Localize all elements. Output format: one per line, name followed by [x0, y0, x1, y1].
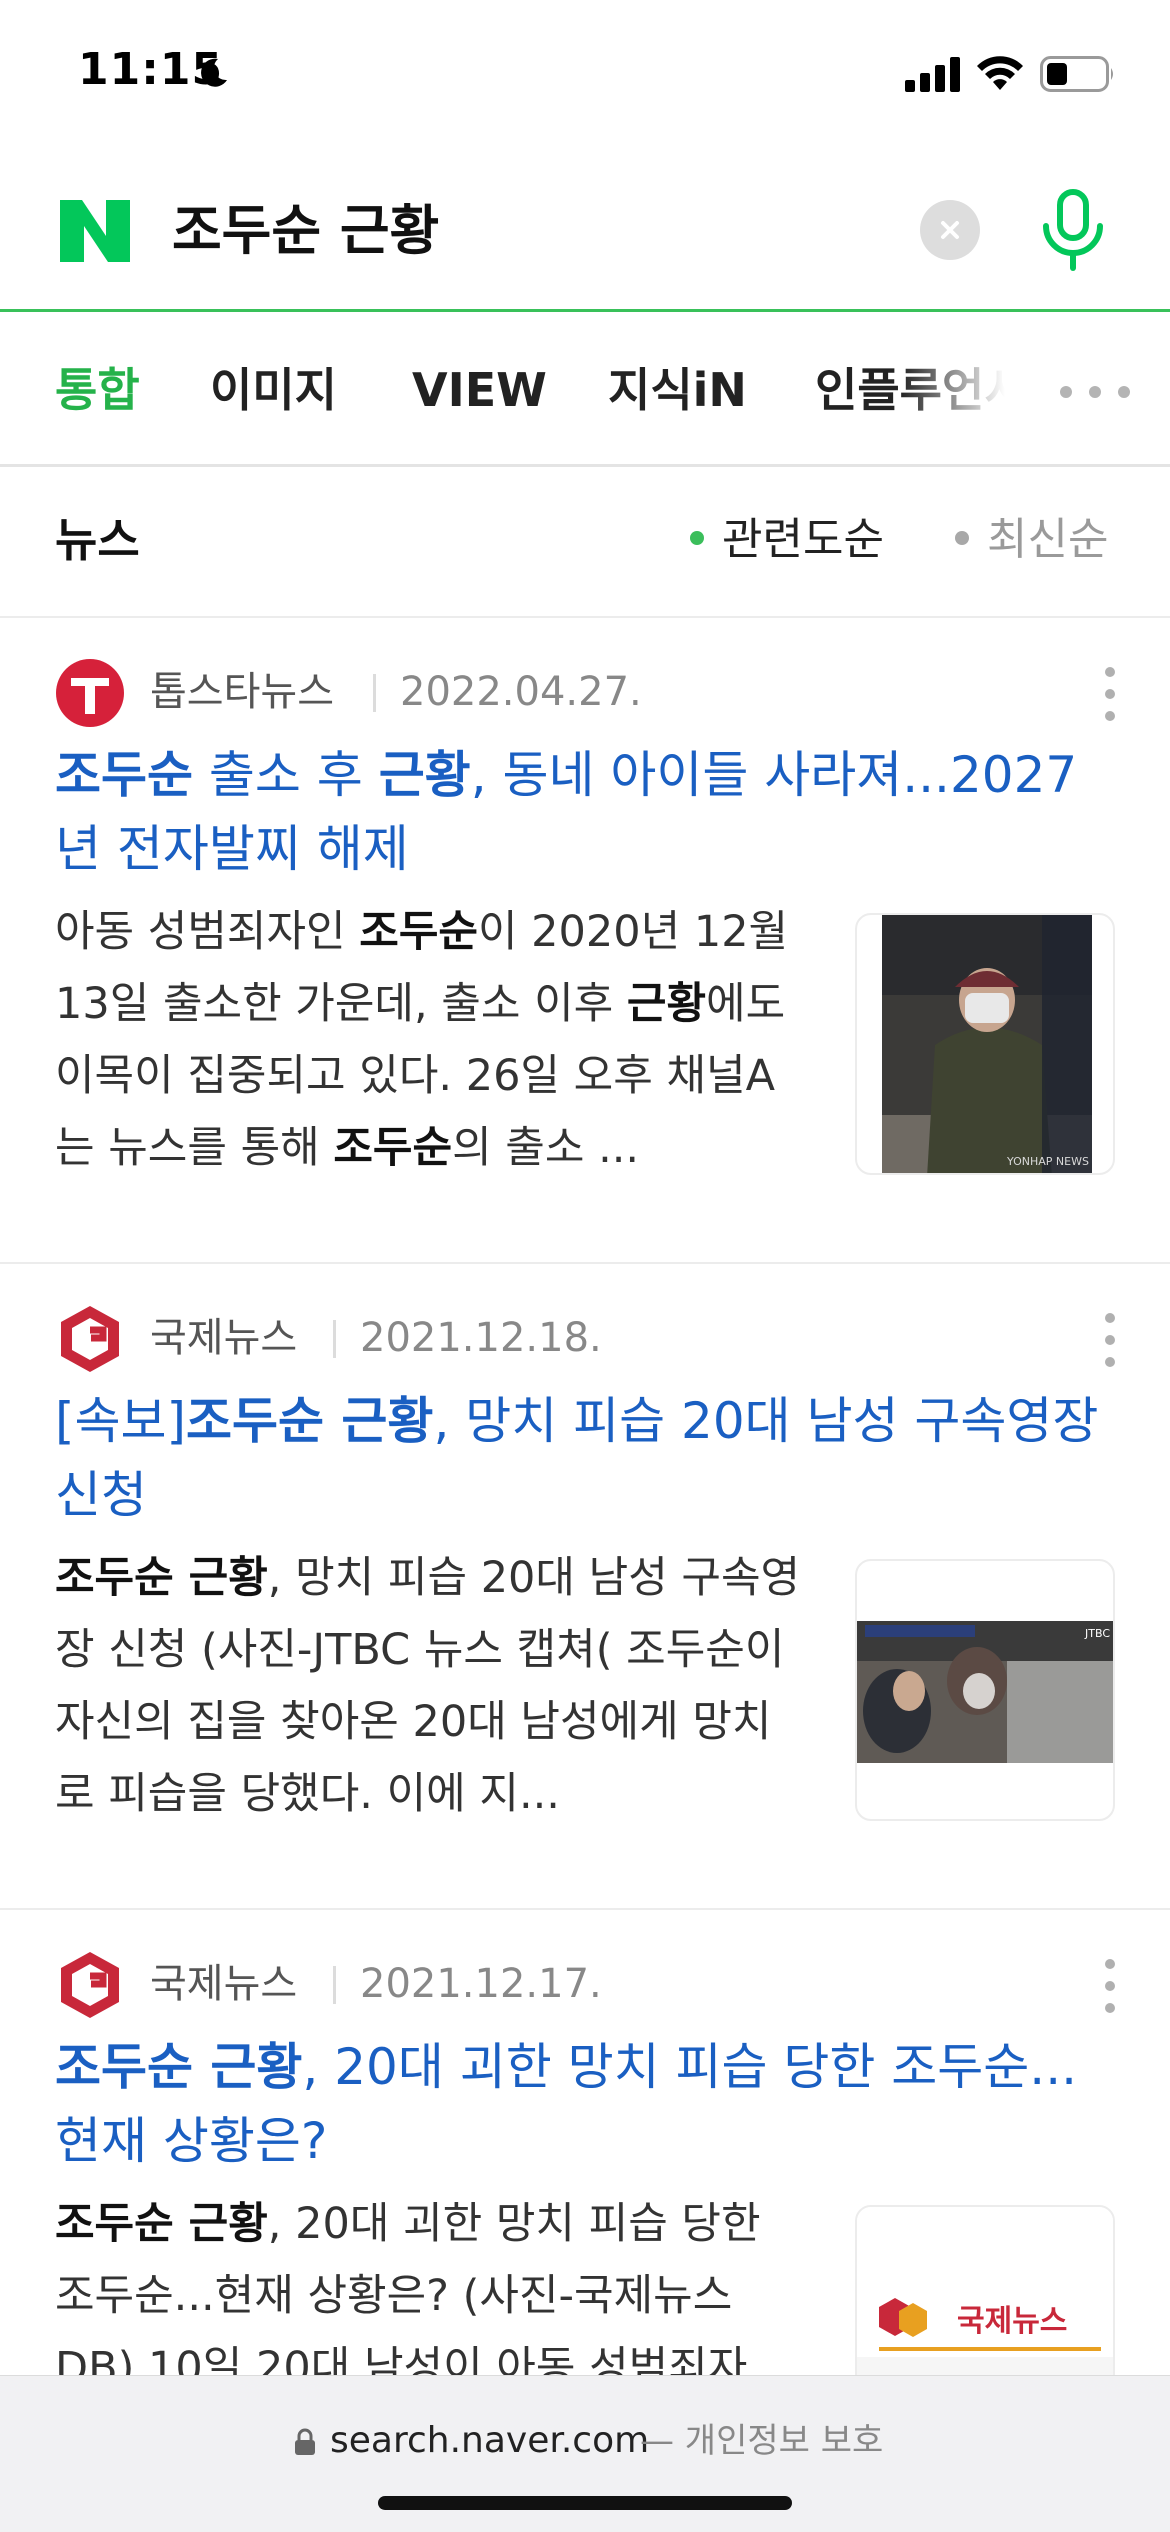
selected-dot-icon: [690, 531, 704, 545]
tab-fade: [900, 315, 1050, 464]
mic-icon[interactable]: [1038, 188, 1108, 272]
tab-knowledge-in[interactable]: 지식iN: [608, 355, 747, 425]
press-name[interactable]: 톱스타뉴스: [150, 662, 334, 722]
more-options-icon[interactable]: [1096, 1308, 1124, 1372]
press-divider: [333, 1320, 336, 1358]
tab-view[interactable]: VIEW: [412, 355, 547, 425]
sort-relevance-label: 관련도순: [722, 514, 884, 565]
status-bar: 11:15: [0, 0, 1170, 150]
tab-bar: 통합 이미지 VIEW 지식iN 인플루언서: [0, 315, 1170, 467]
press-divider: [333, 1966, 336, 2004]
search-bar: 조두순 근황: [0, 170, 1170, 312]
svg-text:YONHAP NEWS: YONHAP NEWS: [1006, 1155, 1089, 1168]
article-date: 2022.04.27.: [400, 669, 642, 715]
photo-news-capture-image: JTBC: [857, 1621, 1113, 1763]
moon-icon: [201, 58, 227, 87]
article-thumbnail[interactable]: JTBC: [855, 1559, 1115, 1821]
more-options-icon[interactable]: [1096, 1954, 1124, 2018]
naver-logo-icon[interactable]: [58, 194, 132, 268]
more-options-icon[interactable]: [1096, 662, 1124, 726]
article-headline[interactable]: 조두순 출소 후 근황, 동네 아이들 사라져...2027년 전자발찌 해제: [55, 738, 1115, 886]
sort-relevance[interactable]: 관련도순: [690, 504, 884, 576]
unselected-dot-icon: [955, 531, 969, 545]
close-icon: [941, 221, 959, 239]
sort-latest[interactable]: 최신순: [955, 504, 1108, 576]
wifi-icon: [977, 56, 1023, 90]
gukje-news-logo-icon: [61, 1952, 119, 2018]
article-summary[interactable]: 조두순 근황, 망치 피습 20대 남성 구속영장 신청 (사진-JTBC 뉴스…: [55, 1542, 805, 1830]
browser-url-bar[interactable]: search.naver.com — 개인정보 보호: [0, 2375, 1170, 2532]
privacy-label: — 개인정보 보호: [640, 2421, 884, 2461]
article-thumbnail[interactable]: YONHAP NEWS: [855, 913, 1115, 1175]
photo-person-in-cap-image: YONHAP NEWS: [882, 915, 1092, 1173]
battery-icon: [1040, 56, 1113, 92]
article-summary[interactable]: 아동 성범죄자인 조두순이 2020년 12월 13일 출소한 가운데, 출소 …: [55, 896, 805, 1184]
press-divider: [373, 674, 376, 712]
article-headline[interactable]: 조두순 근황, 20대 괴한 망치 피습 당한 조두순... 현재 상황은?: [55, 2030, 1115, 2178]
url-text[interactable]: search.naver.com: [330, 2416, 649, 2466]
gukje-news-logo-icon: [61, 1306, 119, 1372]
news-section-header: 뉴스 관련도순 최신순: [0, 470, 1170, 618]
news-item[interactable]: 톱스타뉴스 2022.04.27. 조두순 출소 후 근황, 동네 아이들 사라…: [0, 618, 1170, 1263]
lock-icon: [295, 2428, 315, 2455]
more-tabs-icon[interactable]: [1055, 377, 1135, 407]
signal-icon: [905, 57, 960, 92]
tab-images[interactable]: 이미지: [210, 355, 337, 425]
clear-button[interactable]: [920, 200, 980, 260]
svg-text:JTBC: JTBC: [1084, 1627, 1110, 1640]
topstar-news-logo-icon: [56, 659, 124, 727]
article-headline[interactable]: [속보]조두순 근황, 망치 피습 20대 남성 구속영장 신청: [55, 1384, 1115, 1532]
sort-latest-label: 최신순: [987, 514, 1109, 565]
press-name[interactable]: 국제뉴스: [150, 1954, 297, 2014]
news-item[interactable]: 국제뉴스 2021.12.18. [속보]조두순 근황, 망치 피습 20대 남…: [0, 1264, 1170, 1909]
home-indicator[interactable]: [378, 2496, 792, 2510]
news-section-title: 뉴스: [55, 513, 140, 567]
article-date: 2021.12.18.: [360, 1315, 602, 1361]
press-name[interactable]: 국제뉴스: [150, 1308, 297, 1368]
tab-integrated[interactable]: 통합: [55, 355, 140, 425]
svg-text:국제뉴스: 국제뉴스: [957, 2304, 1067, 2339]
article-date: 2021.12.17.: [360, 1961, 602, 2007]
search-input[interactable]: 조두순 근황: [172, 194, 439, 268]
